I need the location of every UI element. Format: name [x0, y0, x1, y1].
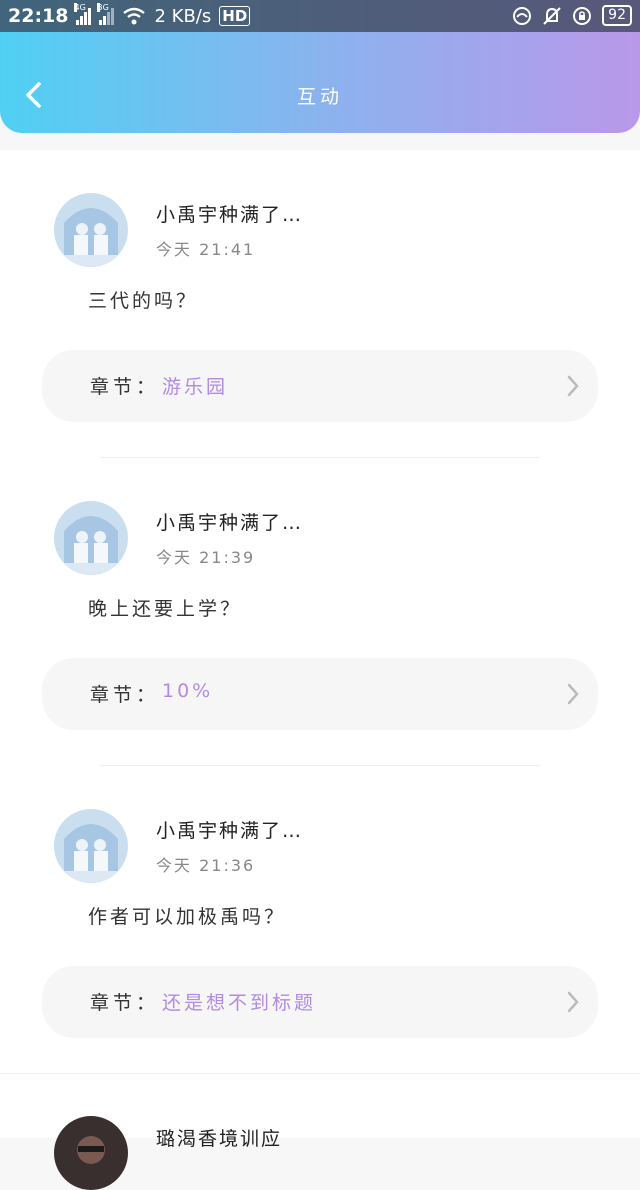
status-time: 22:18 [8, 5, 69, 27]
divider [100, 765, 540, 766]
divider [0, 1073, 640, 1074]
wifi-icon [123, 7, 146, 25]
avatar[interactable] [54, 1116, 128, 1190]
chapter-name: 10% [162, 680, 214, 702]
chapter-name: 还是想不到标题 [162, 992, 317, 1014]
chapter-link[interactable]: 章节： 还是想不到标题 [42, 966, 598, 1038]
mute-icon [543, 6, 561, 25]
sync-icon [513, 6, 532, 25]
hd-icon: HD [219, 6, 251, 26]
divider [100, 457, 540, 458]
comment-text: 三代的吗？ [88, 290, 199, 312]
comment-time: 今天 21:41 [156, 240, 256, 259]
avatar[interactable] [54, 193, 128, 267]
avatar[interactable] [54, 501, 128, 575]
username: 小禹宇种满了… [156, 820, 304, 842]
page-title: 互动 [296, 86, 343, 108]
chapter-label: 章节： [90, 992, 160, 1014]
comment-time: 今天 21:36 [156, 856, 256, 875]
chevron-right-icon [567, 991, 579, 1013]
network-speed: 2 KB/s [154, 5, 212, 27]
comment-text: 作者可以加极禹吗？ [88, 906, 287, 928]
chevron-right-icon [567, 683, 579, 705]
signal-3g-icon: 3G [97, 3, 115, 25]
status-bar: 22:18 4G 3G 2 KB/s HD 92 [0, 0, 640, 32]
battery-icon: 92 [602, 5, 632, 26]
comment-text: 晚上还要上学？ [88, 598, 243, 620]
chapter-name: 游乐园 [162, 376, 229, 398]
lock-rotation-icon [573, 6, 592, 25]
header-bar: 22:18 4G 3G 2 KB/s HD 92 互动 [0, 0, 640, 133]
comment-time: 今天 21:39 [156, 548, 256, 567]
signal-4g-icon: 4G [74, 3, 92, 25]
username: 小禹宇种满了… [156, 204, 304, 226]
username: 小禹宇种满了… [156, 512, 304, 534]
avatar[interactable] [54, 809, 128, 883]
chapter-label: 章节： [90, 376, 160, 398]
chapter-link[interactable]: 章节： 游乐园 [42, 350, 598, 422]
comment-list: 小禹宇种满了… 今天 21:41 三代的吗？ 章节： 游乐园 小禹宇种满了… 今… [0, 150, 640, 1190]
chevron-right-icon [567, 375, 579, 397]
chapter-link[interactable]: 章节： 10% [42, 658, 598, 730]
chapter-label: 章节： [90, 684, 160, 706]
